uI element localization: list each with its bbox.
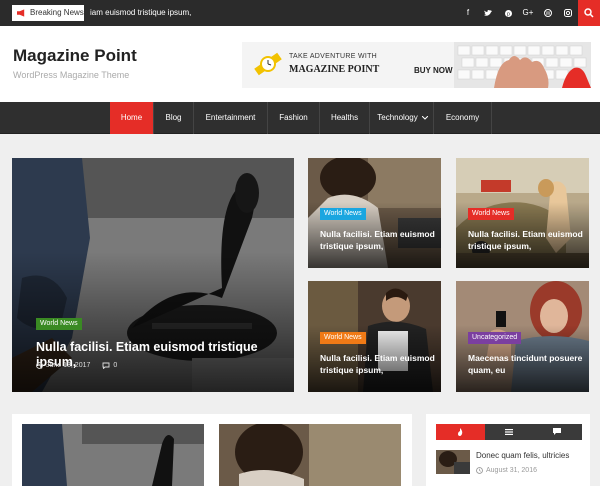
tab-comments[interactable] <box>533 424 583 440</box>
megaphone-icon <box>17 9 25 17</box>
wordpress-icon[interactable]: W <box>538 0 558 26</box>
featured-post-3[interactable]: World News Nulla facilisi. Etiam euismod… <box>308 281 441 392</box>
category-badge[interactable]: World News <box>36 318 82 330</box>
nav-item-economy[interactable]: Economy <box>434 102 492 134</box>
nav-item-technology[interactable]: Technology <box>370 102 434 134</box>
category-badge[interactable]: World News <box>468 208 514 220</box>
svg-text:W: W <box>546 11 551 17</box>
nav-item-home[interactable]: Home <box>110 102 154 134</box>
post-title[interactable]: Nulla facilisi. Etiam euismod tristique … <box>320 228 435 252</box>
breaking-news-text: Breaking News <box>30 8 84 17</box>
tab-recent[interactable] <box>436 424 485 440</box>
top-bar: Breaking News iam euismod tristique ipsu… <box>0 0 600 26</box>
keyboard-image <box>454 42 591 88</box>
sidebar-post-date: August 31, 2016 <box>486 467 537 474</box>
comment-count: 0 <box>113 362 118 369</box>
instagram-icon[interactable] <box>558 0 578 26</box>
ad-tagline: TAKE ADVENTURE WITH <box>289 53 378 60</box>
svg-text:p: p <box>507 12 510 17</box>
chevron-down-icon <box>422 116 428 120</box>
site-header: Magazine Point WordPress Magazine Theme … <box>0 26 600 102</box>
post-date: June 13, 2017 <box>46 362 91 369</box>
pinterest-icon[interactable]: p <box>498 0 518 26</box>
news-ticker[interactable]: iam euismod tristique ipsum, <box>90 0 191 26</box>
post-title[interactable]: Maecenas tincidunt posuere quam, eu <box>468 352 583 376</box>
search-icon <box>584 8 594 18</box>
advertisement-banner[interactable]: TAKE ADVENTURE WITH MAGAZINE POINT BUY N… <box>242 42 591 88</box>
clock-icon <box>476 467 483 474</box>
content-panel <box>12 414 412 486</box>
ad-buy-now[interactable]: BUY NOW <box>414 66 453 75</box>
featured-main-post[interactable]: World News Nulla facilisi. Etiam euismod… <box>12 158 294 392</box>
fire-icon <box>458 428 463 436</box>
guitar-case-thumbnail[interactable] <box>22 424 204 486</box>
sidebar-post-title[interactable]: Donec quam felis, ultricies <box>476 451 569 460</box>
facebook-icon[interactable]: f <box>458 0 478 26</box>
clock-icon <box>36 362 43 369</box>
category-badge[interactable]: World News <box>320 208 366 220</box>
watch-image <box>254 52 282 76</box>
sidebar-post-meta: August 31, 2016 <box>476 467 537 474</box>
comment-icon <box>553 428 562 435</box>
featured-post-1[interactable]: World News Nulla facilisi. Etiam euismod… <box>308 158 441 268</box>
ad-brand: MAGAZINE POINT <box>289 64 380 75</box>
tab-popular[interactable] <box>484 424 534 440</box>
featured-post-4[interactable]: Uncategorized Maecenas tincidunt posuere… <box>456 281 589 392</box>
main-navigation: Home Blog Entertainment Fashion Healths … <box>0 102 600 134</box>
woman-laptop-thumbnail[interactable] <box>219 424 401 486</box>
category-badge[interactable]: World News <box>320 332 366 344</box>
featured-post-2[interactable]: World News Nulla facilisi. Etiam euismod… <box>456 158 589 268</box>
post-meta: June 13, 2017 0 <box>36 362 117 369</box>
nav-item-healths[interactable]: Healths <box>320 102 370 134</box>
site-tagline: WordPress Magazine Theme <box>13 70 130 80</box>
site-title[interactable]: Magazine Point <box>13 46 137 66</box>
nav-item-fashion[interactable]: Fashion <box>268 102 320 134</box>
sidebar-post-thumbnail[interactable] <box>436 450 470 474</box>
social-links: f p G+ W <box>458 0 578 26</box>
google-plus-icon[interactable]: G+ <box>518 0 538 26</box>
list-icon <box>504 429 513 435</box>
twitter-icon[interactable] <box>478 0 498 26</box>
post-title[interactable]: Nulla facilisi. Etiam euismod tristique … <box>468 228 583 252</box>
comment-icon <box>102 362 110 369</box>
nav-item-entertainment[interactable]: Entertainment <box>194 102 268 134</box>
post-title[interactable]: Nulla facilisi. Etiam euismod tristique … <box>320 352 435 376</box>
nav-item-blog[interactable]: Blog <box>154 102 194 134</box>
search-button[interactable] <box>578 0 600 26</box>
breaking-news-label: Breaking News <box>12 5 84 21</box>
category-badge[interactable]: Uncategorized <box>468 332 522 344</box>
sidebar-tabs <box>436 424 583 440</box>
